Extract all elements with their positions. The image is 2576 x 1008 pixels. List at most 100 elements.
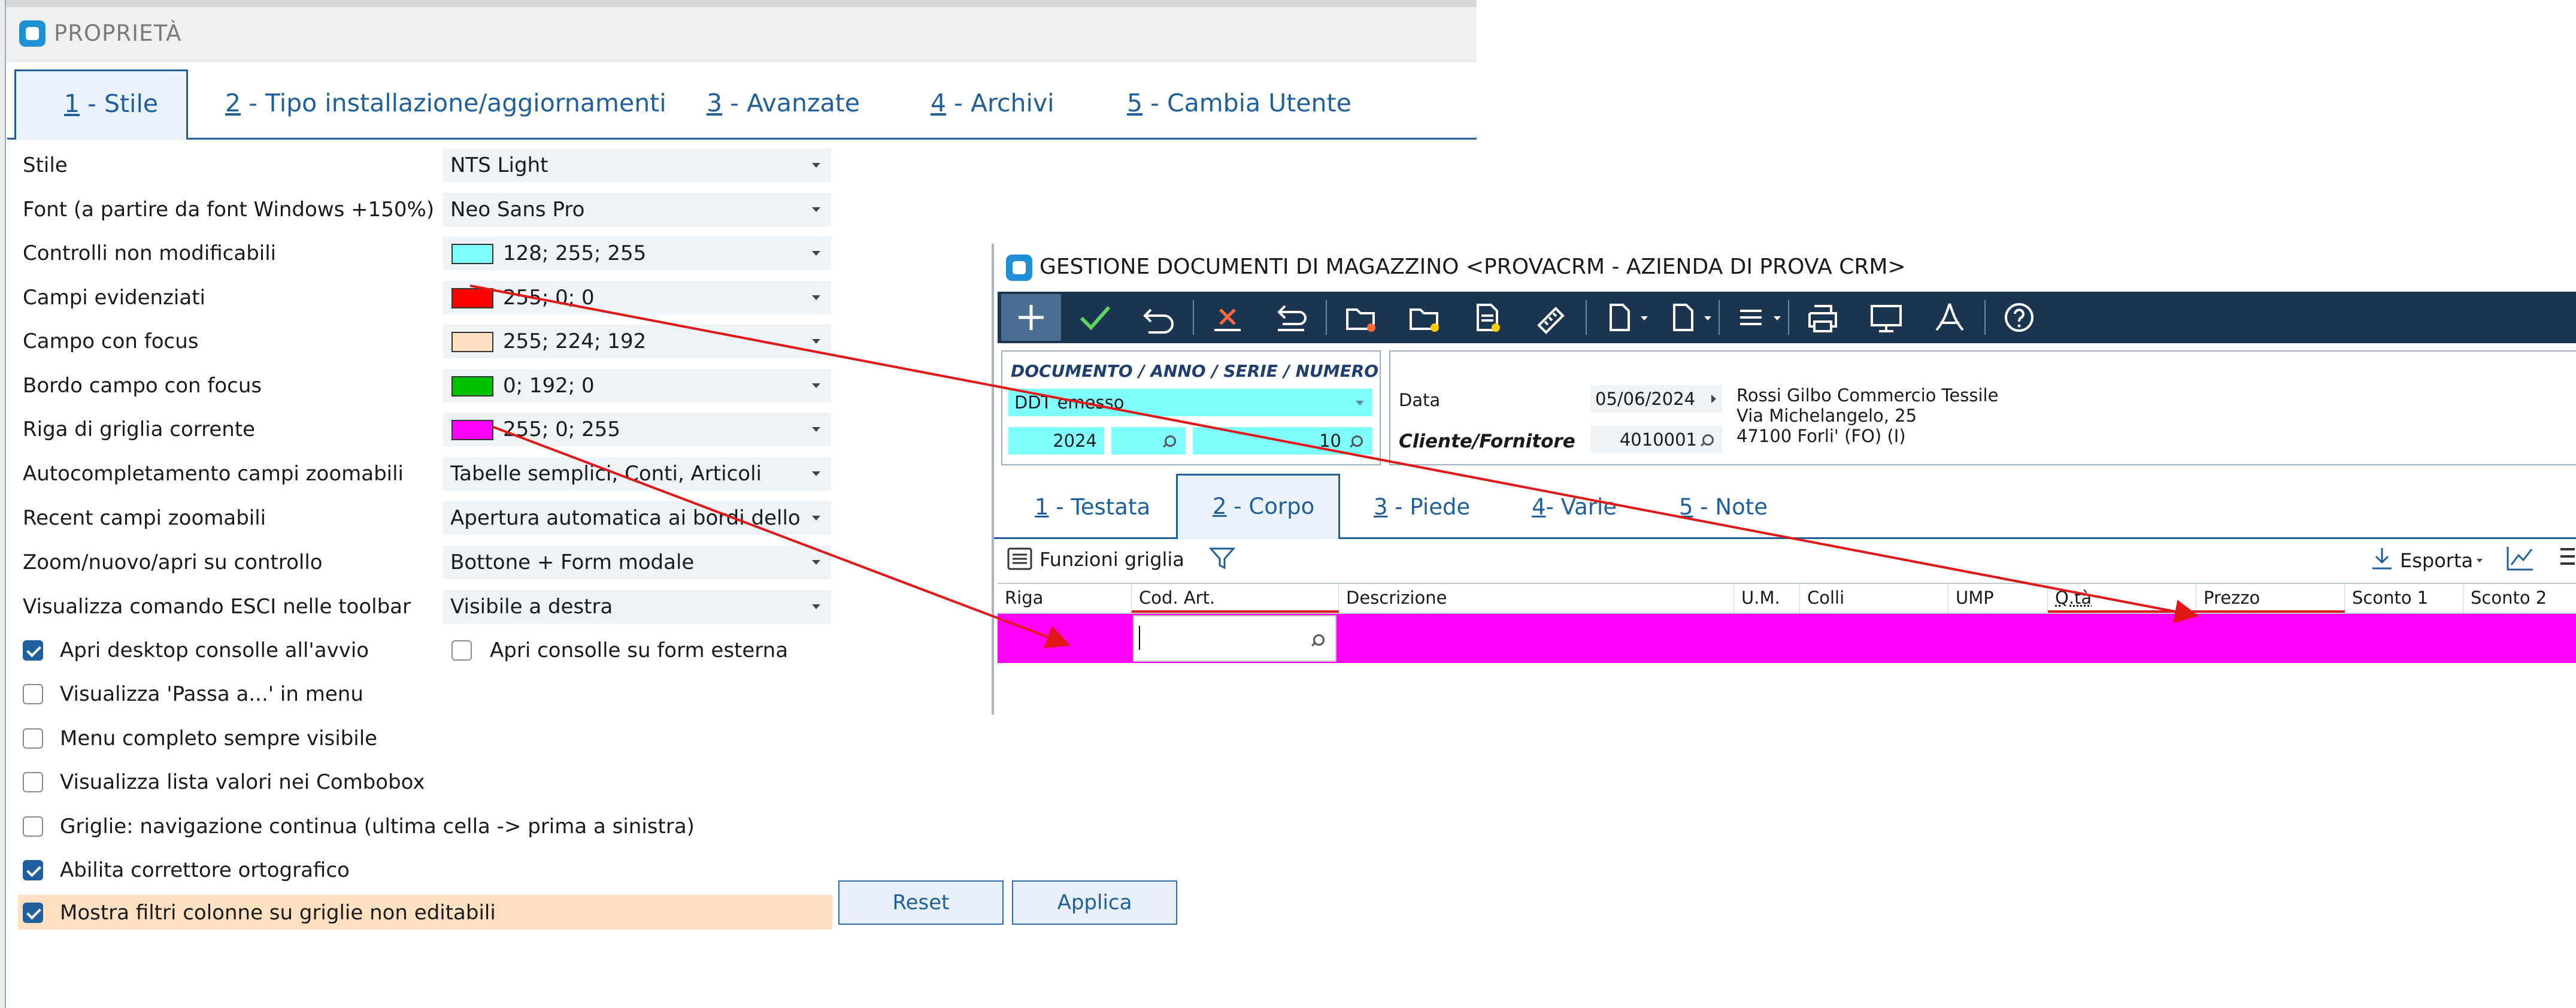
search-icon <box>1702 434 1714 446</box>
tab-piede[interactable]: 3 - Piede <box>1374 494 1470 520</box>
col-cod-art[interactable]: Cod. Art. <box>1132 584 1339 613</box>
color-swatch <box>451 244 493 264</box>
col-qta[interactable]: Q.tà <box>2048 584 2196 613</box>
color-campo-focus[interactable]: 255; 224; 192 <box>443 325 831 358</box>
grid-current-row[interactable] <box>998 614 2576 663</box>
chevron-down-icon <box>812 207 820 212</box>
ruler-icon <box>1521 294 1581 341</box>
checkbox-correttore[interactable] <box>23 860 43 880</box>
combo-autocompletamento[interactable]: Tabelle semplici, Conti, Articoli <box>443 457 831 491</box>
checkbox-filtri-colonne[interactable] <box>23 903 43 923</box>
document-edit-button[interactable] <box>1457 294 1517 341</box>
warehouse-titlebar: GESTIONE DOCUMENTI DI MAGAZZINO <PROVACR… <box>994 244 2576 292</box>
tab-note[interactable]: 5 - Note <box>1679 494 1768 520</box>
label-esci: Visualizza comando ESCI nelle toolbar <box>23 595 411 619</box>
delete-button[interactable] <box>1198 294 1257 341</box>
combo-recent[interactable]: Apertura automatica ai bordi dello sch..… <box>443 501 831 535</box>
col-descrizione[interactable]: Descrizione <box>1339 584 1734 613</box>
col-colli[interactable]: Colli <box>1800 584 1948 613</box>
pdf-button[interactable] <box>1920 294 1980 341</box>
filter-icon[interactable] <box>1208 546 1236 572</box>
label-campi-evidenziati: Campi evidenziati <box>23 286 205 310</box>
chevron-down-icon <box>812 604 820 609</box>
text-cursor <box>1139 626 1140 650</box>
undo-icon <box>1128 294 1188 341</box>
checkbox-lista-valori[interactable] <box>23 772 43 792</box>
color-swatch <box>451 376 493 396</box>
plus-icon <box>1001 294 1061 341</box>
serie-field[interactable] <box>1111 427 1186 455</box>
number-field[interactable]: 10 <box>1193 427 1372 455</box>
apply-button[interactable]: Applica <box>1012 880 1177 925</box>
page-button[interactable] <box>1590 294 1650 341</box>
checkbox-passa-a[interactable] <box>23 684 43 704</box>
properties-tabbar: 1 - Stile 2 - Tipo installazione/aggiorn… <box>7 69 1477 140</box>
checkbox-menu-completo[interactable] <box>23 728 43 749</box>
doc-type-combo[interactable]: DDT emesso <box>1008 389 1372 416</box>
list-icon <box>1006 547 1034 571</box>
color-riga-griglia[interactable]: 255; 0; 255 <box>443 413 831 446</box>
client-code-field[interactable]: 4010001 <box>1590 426 1722 453</box>
help-button[interactable] <box>1989 294 2049 341</box>
document-toolbar <box>998 292 2576 343</box>
tab-avanzate[interactable]: 3 - Avanzate <box>707 89 860 117</box>
ruler-button[interactable] <box>1521 294 1581 341</box>
checkbox-apri-desktop[interactable] <box>23 640 43 661</box>
new-button[interactable] <box>1001 294 1061 341</box>
label-campo-focus: Campo con focus <box>23 329 198 353</box>
print-button[interactable] <box>1793 294 1853 341</box>
year-field[interactable]: 2024 <box>1008 427 1104 455</box>
checkbox-griglie-navigazione[interactable] <box>23 816 43 837</box>
export-button[interactable]: Esporta <box>2369 544 2489 574</box>
col-prezzo[interactable]: Prezzo <box>2196 584 2345 613</box>
combo-font[interactable]: Neo Sans Pro <box>443 193 831 226</box>
label-autocompletamento: Autocompletamento campi zoomabili <box>23 462 404 486</box>
tab-stile[interactable]: 1 - Stile <box>14 69 188 140</box>
col-sconto-1[interactable]: Sconto 1 <box>2345 584 2463 613</box>
page-menu-button[interactable] <box>1654 294 1714 341</box>
tab-installazione[interactable]: 2 - Tipo installazione/aggiornamenti <box>225 89 666 117</box>
col-riga[interactable]: Riga <box>998 584 1132 613</box>
combo-stile[interactable]: NTS Light <box>443 149 831 182</box>
combo-zoom[interactable]: Bottone + Form modale <box>443 546 831 579</box>
monitor-button[interactable] <box>1856 294 1916 341</box>
undo-button[interactable] <box>1128 294 1188 341</box>
color-controlli[interactable]: 128; 255; 255 <box>443 237 831 270</box>
chart-icon[interactable] <box>2505 544 2535 572</box>
checkbox-label: Apri consolle su form esterna <box>490 638 788 662</box>
color-campi-evidenziati[interactable]: 255; 0; 0 <box>443 281 831 314</box>
columns-icon[interactable] <box>2557 546 2575 571</box>
restore-button[interactable] <box>1261 294 1321 341</box>
tab-corpo[interactable]: 2 - Corpo <box>1176 474 1340 539</box>
col-ump[interactable]: UMP <box>1948 584 2048 613</box>
chevron-down-icon <box>812 560 820 565</box>
col-um[interactable]: U.M. <box>1734 584 1800 613</box>
tab-testata[interactable]: 1 - Testata <box>1035 494 1150 520</box>
color-bordo-focus[interactable]: 0; 192; 0 <box>443 369 831 402</box>
cod-art-input[interactable] <box>1133 615 1337 662</box>
toolbar-separator <box>1586 300 1587 335</box>
check-icon <box>1065 294 1125 341</box>
grid-header: Riga Cod. Art. Descrizione U.M. Colli UM… <box>998 583 2576 614</box>
new-folder-button[interactable] <box>1394 294 1454 341</box>
tab-cambia-utente[interactable]: 5 - Cambia Utente <box>1127 89 1351 117</box>
col-sconto-2[interactable]: Sconto 2 <box>2463 584 2576 613</box>
reset-button[interactable]: Reset <box>838 880 1004 925</box>
label-font: Font (a partire da font Windows +150%) <box>23 198 434 222</box>
highlight-underline <box>1132 610 1339 613</box>
monitor-icon <box>1856 294 1916 341</box>
highlight-underline <box>2048 610 2196 613</box>
tab-archivi[interactable]: 4 - Archivi <box>931 89 1054 117</box>
client-label: Cliente/Fornitore <box>1399 431 1575 452</box>
confirm-button[interactable] <box>1065 294 1125 341</box>
open-folder-button[interactable] <box>1331 294 1390 341</box>
combo-esci[interactable]: Visibile a destra <box>443 590 831 623</box>
menu-button[interactable] <box>1723 294 1783 341</box>
toolbar-separator <box>1326 300 1327 335</box>
date-field[interactable]: 05/06/2024 <box>1590 385 1722 413</box>
tab-varie[interactable]: 4- Varie <box>1532 494 1617 520</box>
color-swatch <box>451 332 493 352</box>
delete-icon <box>1198 294 1257 341</box>
checkbox-apri-consolle[interactable] <box>451 640 472 661</box>
window-title: GESTIONE DOCUMENTI DI MAGAZZINO <PROVACR… <box>1040 255 1906 279</box>
